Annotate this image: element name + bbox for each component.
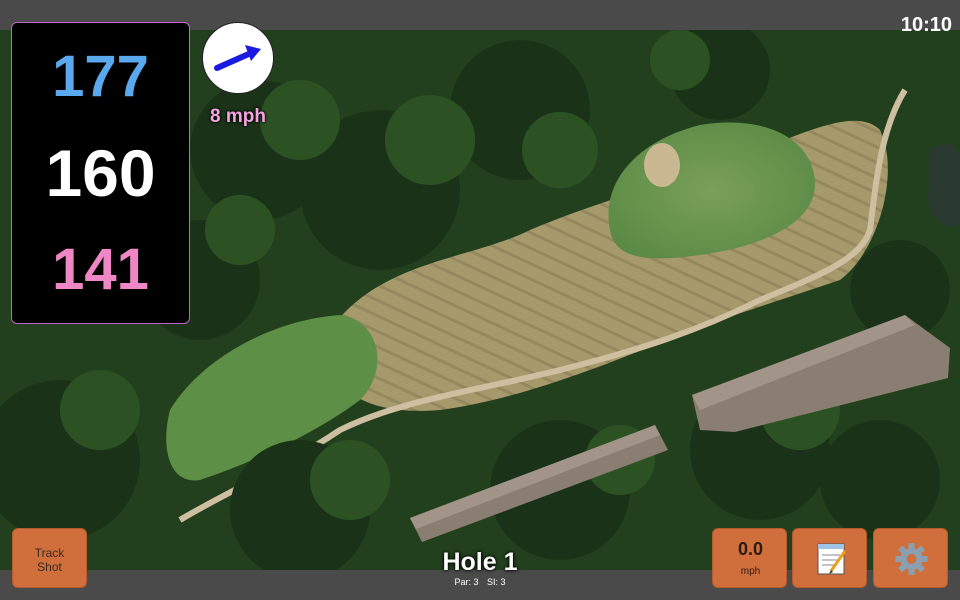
wind-direction-dial <box>202 22 274 94</box>
arrow-icon <box>214 45 261 71</box>
shot-speed-unit: mph <box>740 566 761 577</box>
shot-speed-value: 0.0 <box>737 539 764 559</box>
distance-middle: 160 <box>45 136 156 210</box>
shot-speed-button[interactable]: 0.0 mph <box>712 528 787 588</box>
distance-back: 177 <box>52 44 149 109</box>
distance-panel: 177 160 141 <box>11 22 190 324</box>
settings-button[interactable] <box>873 528 948 588</box>
distance-front: 141 <box>52 237 149 302</box>
track-shot-button[interactable]: Track Shot <box>12 528 87 588</box>
hole-info: Par: 3 SI: 3 <box>400 577 560 587</box>
notepad-icon <box>817 543 847 575</box>
wind-speed: 8 mph <box>210 106 266 127</box>
hole-stroke-index: SI: 3 <box>487 577 506 587</box>
pond <box>928 144 960 227</box>
hole-par: Par: 3 <box>454 577 479 587</box>
gear-icon <box>895 543 928 575</box>
notes-button[interactable] <box>792 528 867 588</box>
track-shot-label-line1: Track <box>34 546 65 560</box>
bunker <box>644 143 680 187</box>
track-shot-label-line2: Shot <box>37 560 62 574</box>
hole-title: Hole 1 <box>442 548 518 576</box>
clock: 10:10 <box>900 14 952 36</box>
